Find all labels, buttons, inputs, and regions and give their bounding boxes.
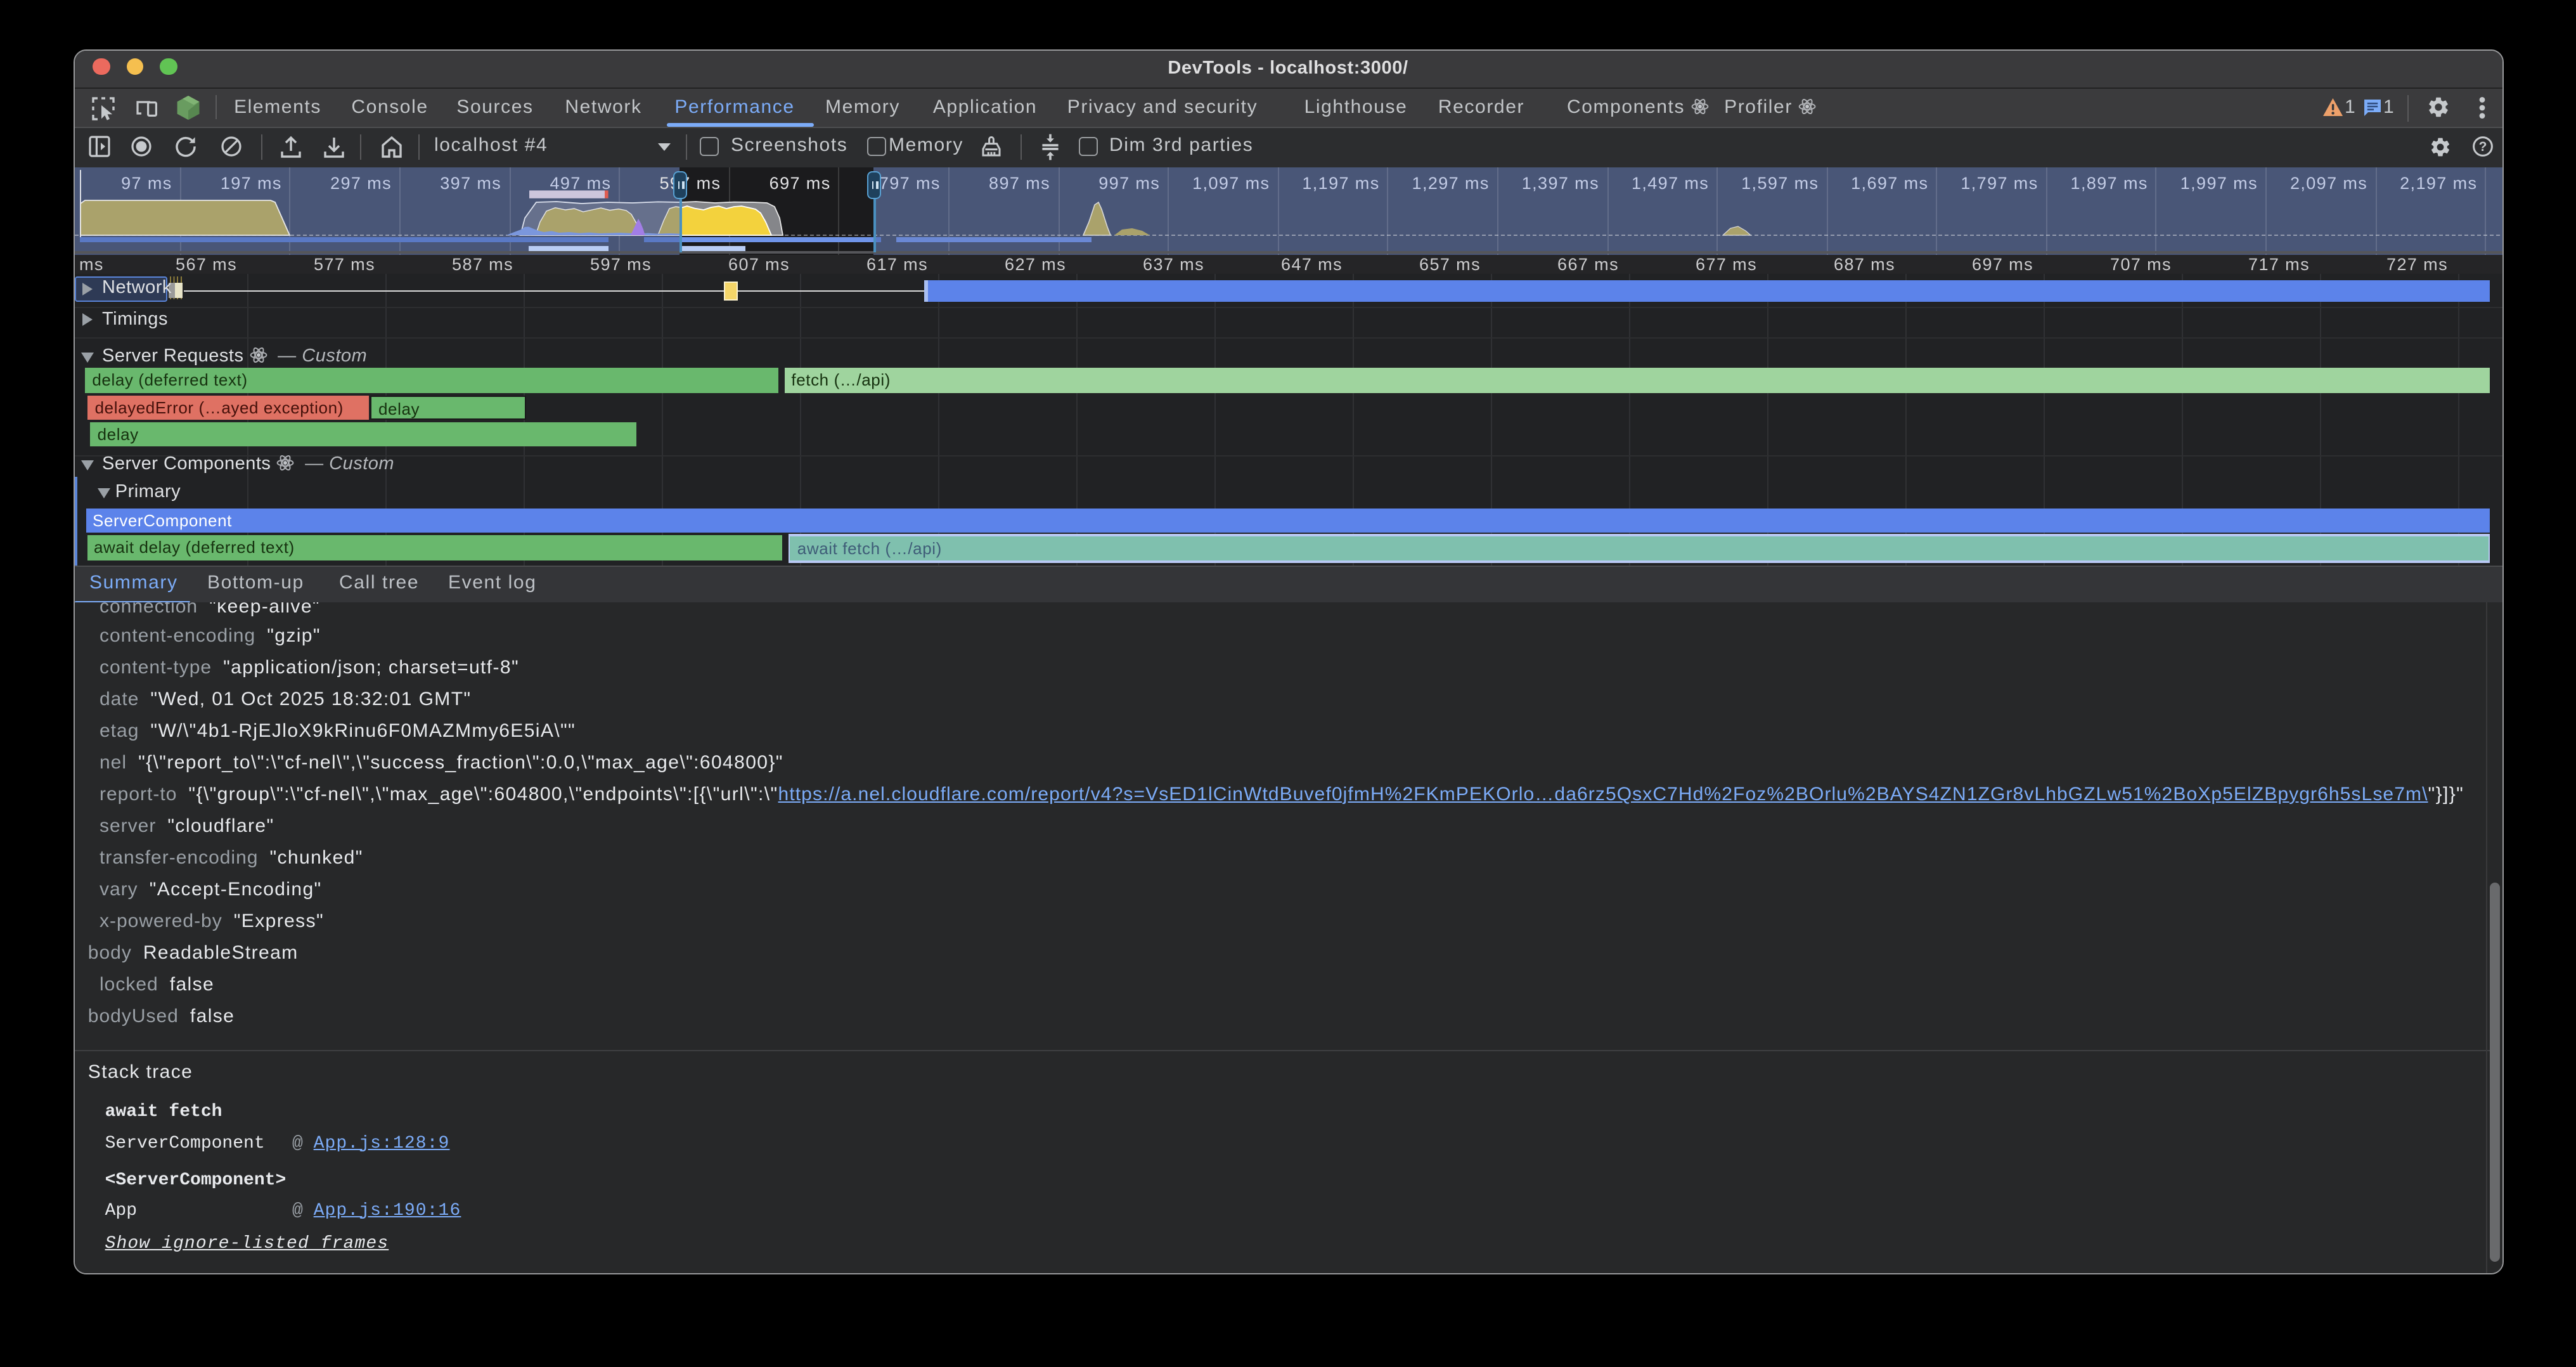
svg-text:?: ? [2478,139,2487,154]
